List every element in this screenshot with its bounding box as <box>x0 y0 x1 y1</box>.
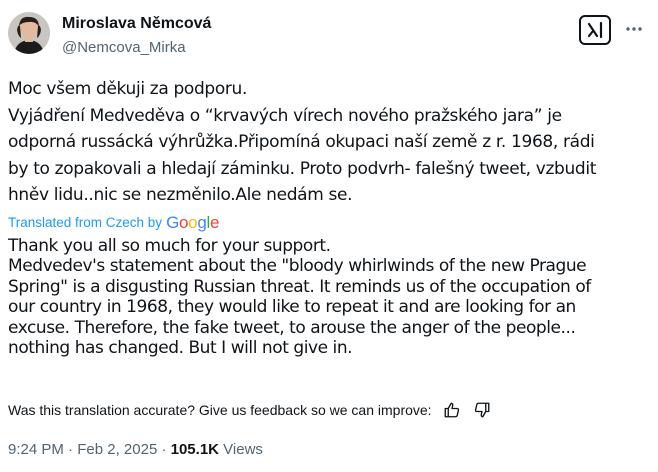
views-count: 105.1K <box>170 441 219 458</box>
translation-notice-label: Translated from Czech by <box>8 215 163 230</box>
original-tweet-text: Moc všem děkuji za podporu. Vyjádření Me… <box>8 76 648 209</box>
tweet-header: Miroslava Němcová @Nemcova_Mirka <box>0 0 658 66</box>
views-label: Views <box>219 441 263 458</box>
translated-text-line: excuse. Therefore, the fake tweet, to ar… <box>8 317 576 338</box>
tweet-meta: 9:24 PM · Feb 2, 2025 · 105.1K Views <box>8 440 263 460</box>
tweet-time[interactable]: 9:24 PM <box>8 441 64 458</box>
translated-text-line: our country in 1968, they would like to … <box>8 297 576 318</box>
more-options-icon <box>626 27 642 31</box>
profile-photo-icon <box>8 12 50 54</box>
more-options-button[interactable] <box>623 18 645 40</box>
thumbs-down-button[interactable] <box>472 400 492 420</box>
original-text-line: Vyjádření Medveděva o “krvavých vírech n… <box>8 105 562 126</box>
thumbs-up-button[interactable] <box>442 400 462 420</box>
meta-separator: · <box>63 441 78 458</box>
google-logo: Google <box>166 213 220 232</box>
translated-text-line: Thank you all so much for your support. <box>8 236 331 256</box>
original-text-line: hněv lidu..nic se nezměnilo.Ale nedám se… <box>8 185 353 205</box>
translation-notice[interactable]: Translated from Czech by Google <box>8 214 219 232</box>
translated-text-line: Medvedev's statement about the "bloody w… <box>8 256 587 277</box>
translated-text-line: nothing has changed. But I will not give… <box>8 338 353 359</box>
tweet-date[interactable]: Feb 2, 2025 <box>77 441 157 458</box>
translation-feedback: Was this translation accurate? Give us f… <box>8 400 492 420</box>
thumbs-down-icon <box>474 402 490 418</box>
author-avatar[interactable] <box>8 12 50 54</box>
feedback-prompt: Was this translation accurate? Give us f… <box>8 402 432 418</box>
meta-separator: · <box>157 441 171 458</box>
original-text-line: Moc všem děkuji za podporu. <box>8 79 247 99</box>
original-text-line: odporná russácká výhrůžka.Připomíná okup… <box>8 132 595 152</box>
thumbs-up-icon <box>444 402 459 418</box>
grok-button[interactable] <box>579 15 611 45</box>
grok-icon <box>587 21 603 39</box>
original-text-line: by to zopakovali a hledají záminku. Prot… <box>8 158 597 179</box>
translated-text-line: Spring" is a disgusting Russian threat. … <box>8 276 591 297</box>
translated-tweet-text: Thank you all so much for your support. … <box>8 236 648 358</box>
author-handle[interactable]: @Nemcova_Mirka <box>62 38 211 58</box>
author-display-name[interactable]: Miroslava Němcová <box>62 14 211 34</box>
